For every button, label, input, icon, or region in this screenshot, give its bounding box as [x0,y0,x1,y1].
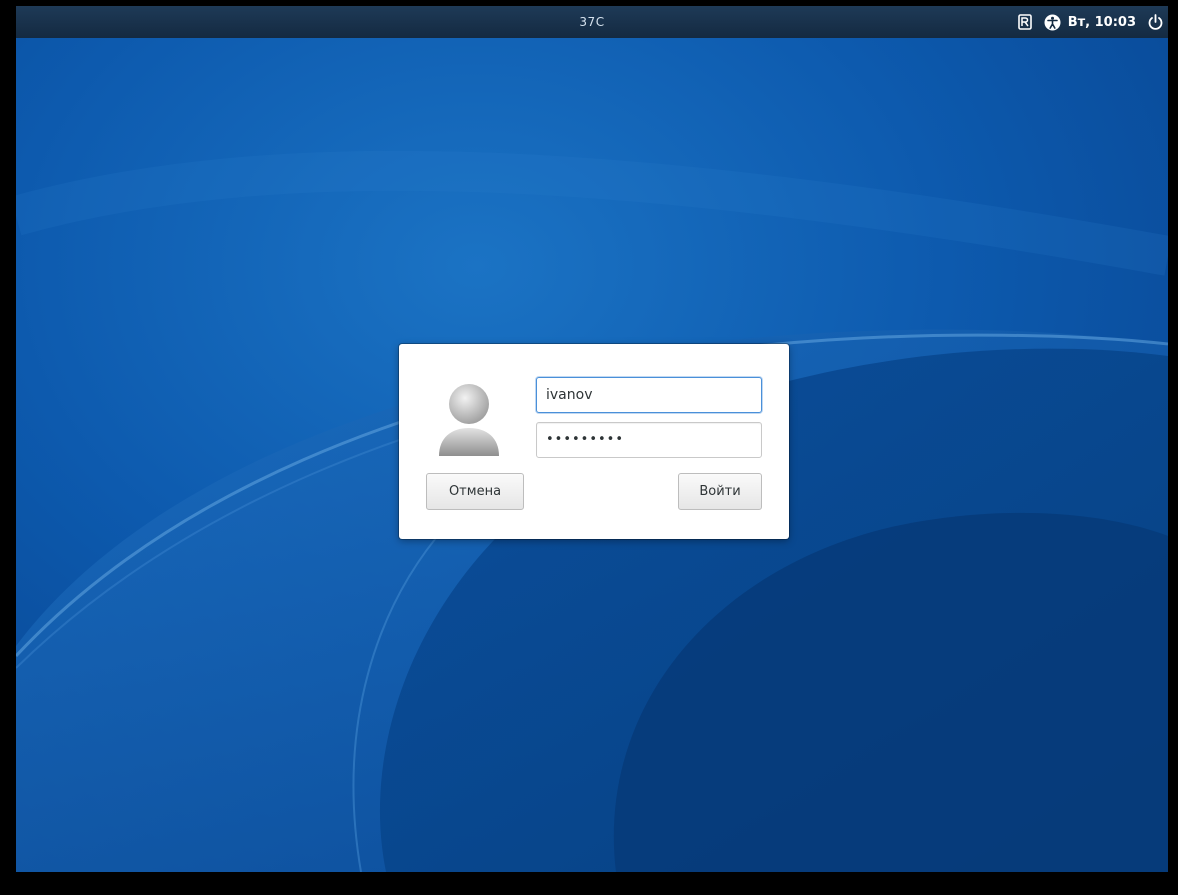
user-avatar-icon [439,384,499,456]
topbar-status-area: Вт, 10:03 [1016,6,1164,38]
clock[interactable]: Вт, 10:03 [1068,15,1136,30]
password-input[interactable]: ••••••••• [536,422,762,458]
power-icon[interactable] [1146,13,1164,31]
accessibility-icon[interactable] [1044,13,1062,31]
login-button[interactable]: Войти [678,473,762,510]
topbar-center-label: 37C [579,15,605,29]
cancel-button[interactable]: Отмена [426,473,524,510]
screen: 37C Вт, 10:03 ivanov ••••••••• Отмена Во… [0,0,1178,895]
keyboard-layout-icon[interactable] [1016,13,1034,31]
login-dialog: ivanov ••••••••• Отмена Войти [399,344,789,539]
username-input[interactable]: ivanov [536,377,762,413]
desktop: 37C Вт, 10:03 ivanov ••••••••• Отмена Во… [16,6,1168,872]
top-bar: 37C Вт, 10:03 [16,6,1168,38]
